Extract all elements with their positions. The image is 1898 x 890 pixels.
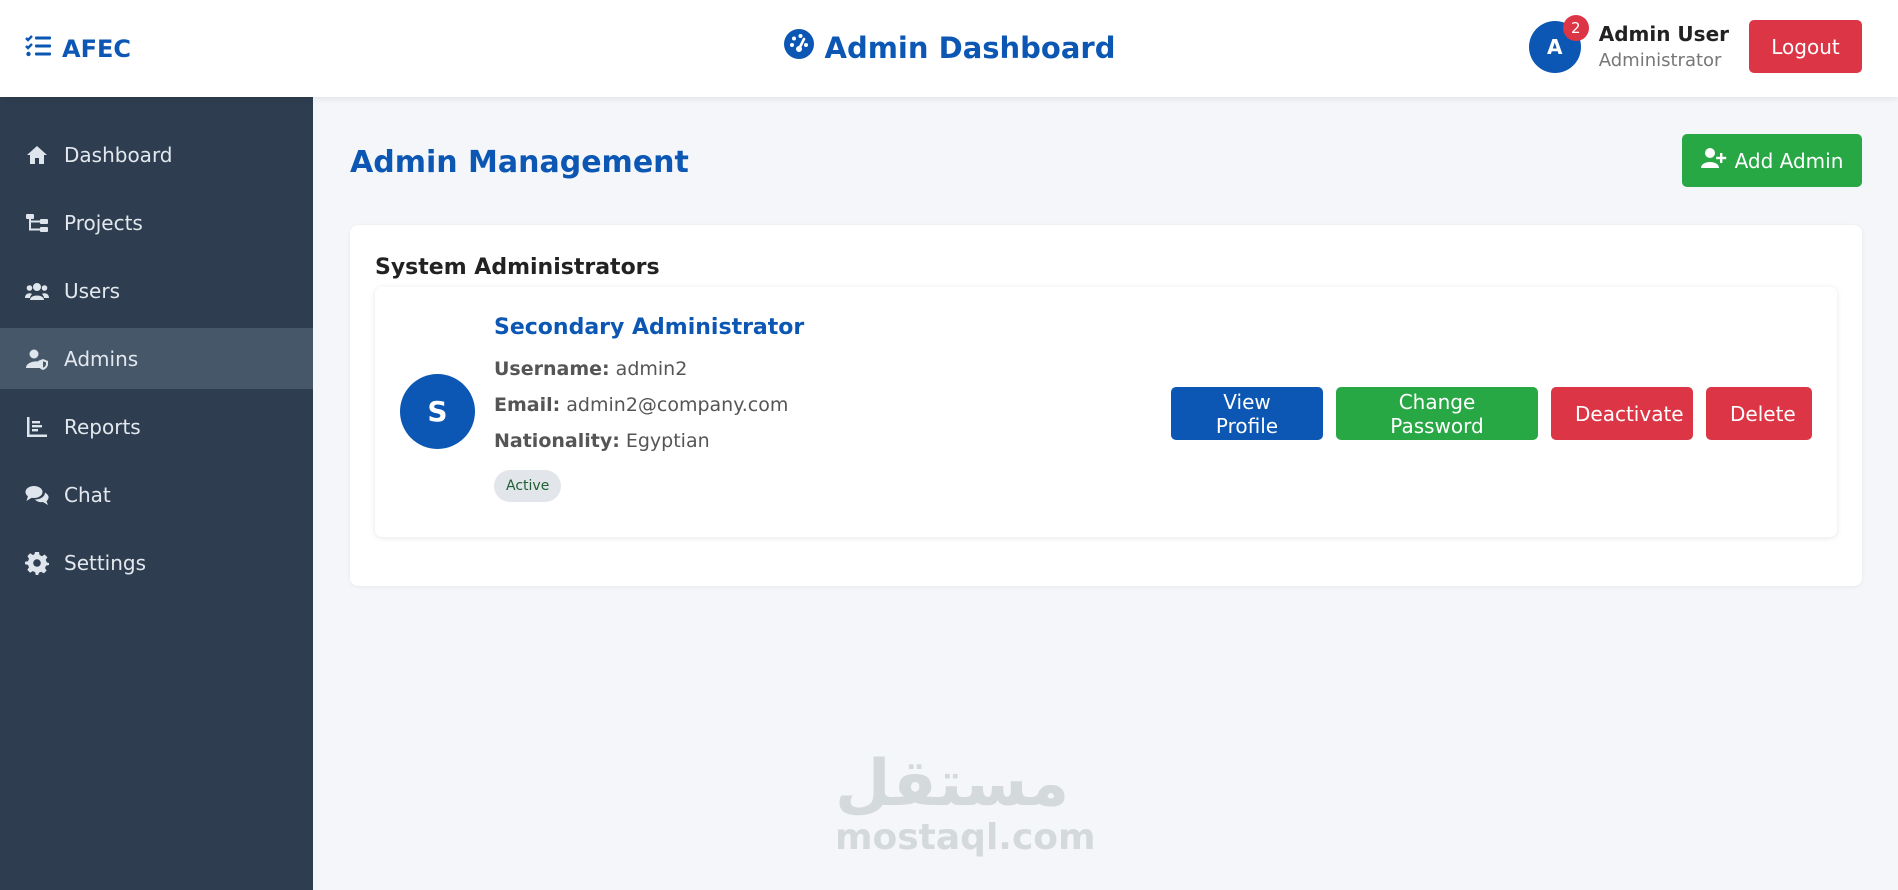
sitemap-icon: [24, 210, 50, 236]
page-title: Admin Management: [350, 145, 689, 180]
change-password-button[interactable]: Change Password: [1336, 387, 1538, 440]
watermark-arabic: مستقل: [835, 747, 1070, 821]
email-label: Email:: [494, 394, 561, 416]
sidebar-item-projects[interactable]: Projects: [0, 192, 313, 253]
delete-button[interactable]: Delete: [1706, 387, 1812, 440]
sidebar-item-admins[interactable]: Admins: [0, 328, 313, 389]
deactivate-button[interactable]: Deactivate: [1551, 387, 1693, 440]
admin-avatar: S: [400, 374, 475, 449]
top-bar: AFEC Admin Dashboard A 2 Admin User Admi…: [0, 0, 1898, 97]
sidebar-item-settings[interactable]: Settings: [0, 532, 313, 593]
sidebar-item-label: Users: [64, 278, 121, 303]
nationality-label: Nationality:: [494, 430, 620, 452]
sidebar-item-label: Chat: [64, 482, 111, 507]
sidebar-item-chat[interactable]: Chat: [0, 464, 313, 525]
panel-title: System Administrators: [375, 255, 660, 280]
sidebar-item-label: Reports: [64, 414, 141, 439]
sidebar: Dashboard Projects Users Admins Reports …: [0, 97, 313, 890]
admin-nationality: Nationality: Egyptian: [494, 430, 804, 452]
sidebar-item-users[interactable]: Users: [0, 260, 313, 321]
sidebar-item-label: Admins: [64, 346, 139, 371]
header-title-text: Admin Dashboard: [824, 30, 1116, 65]
admin-info: Secondary Administrator Username: admin2…: [494, 315, 804, 502]
add-admin-button[interactable]: Add Admin: [1682, 134, 1862, 187]
gear-icon: [24, 550, 50, 576]
username-label: Username:: [494, 358, 610, 380]
sidebar-item-dashboard[interactable]: Dashboard: [0, 124, 313, 185]
username-value: admin2: [615, 358, 688, 380]
watermark-latin: mostaql.com: [835, 817, 1096, 858]
sidebar-item-label: Projects: [64, 210, 143, 235]
sidebar-item-label: Dashboard: [64, 142, 173, 167]
user-info: Admin User Administrator: [1599, 22, 1729, 71]
admins-panel: System Administrators S Secondary Admini…: [350, 225, 1862, 586]
nationality-value: Egyptian: [625, 430, 710, 452]
admin-card: S Secondary Administrator Username: admi…: [375, 287, 1837, 537]
user-menu: A 2 Admin User Administrator Logout: [1528, 14, 1862, 73]
user-role: Administrator: [1598, 50, 1722, 71]
sidebar-item-reports[interactable]: Reports: [0, 396, 313, 457]
admin-actions: View Profile Change Password Deactivate …: [1171, 387, 1812, 440]
gauge-icon: [783, 28, 815, 67]
email-value: admin2@company.com: [566, 394, 789, 416]
users-icon: [24, 278, 50, 304]
user-plus-icon: [1700, 147, 1727, 174]
add-admin-label: Add Admin: [1734, 148, 1844, 173]
home-icon: [24, 142, 50, 168]
chart-icon: [24, 414, 50, 440]
user-shield-icon: [24, 346, 50, 372]
comments-icon: [24, 482, 50, 508]
logout-button[interactable]: Logout: [1749, 20, 1862, 73]
admin-email: Email: admin2@company.com: [494, 394, 804, 416]
view-profile-button[interactable]: View Profile: [1171, 387, 1323, 440]
admin-name: Secondary Administrator: [494, 315, 805, 340]
user-avatar[interactable]: A 2: [1528, 14, 1589, 73]
notification-badge[interactable]: 2: [1562, 14, 1589, 41]
status-badge: Active: [494, 470, 562, 502]
main-content: Admin Management Add Admin System Admini…: [313, 97, 1898, 890]
watermark: مستقل mostaql.com: [835, 747, 1096, 858]
user-name: Admin User: [1598, 22, 1729, 46]
sidebar-item-label: Settings: [64, 550, 147, 575]
admin-username: Username: admin2: [494, 358, 804, 380]
